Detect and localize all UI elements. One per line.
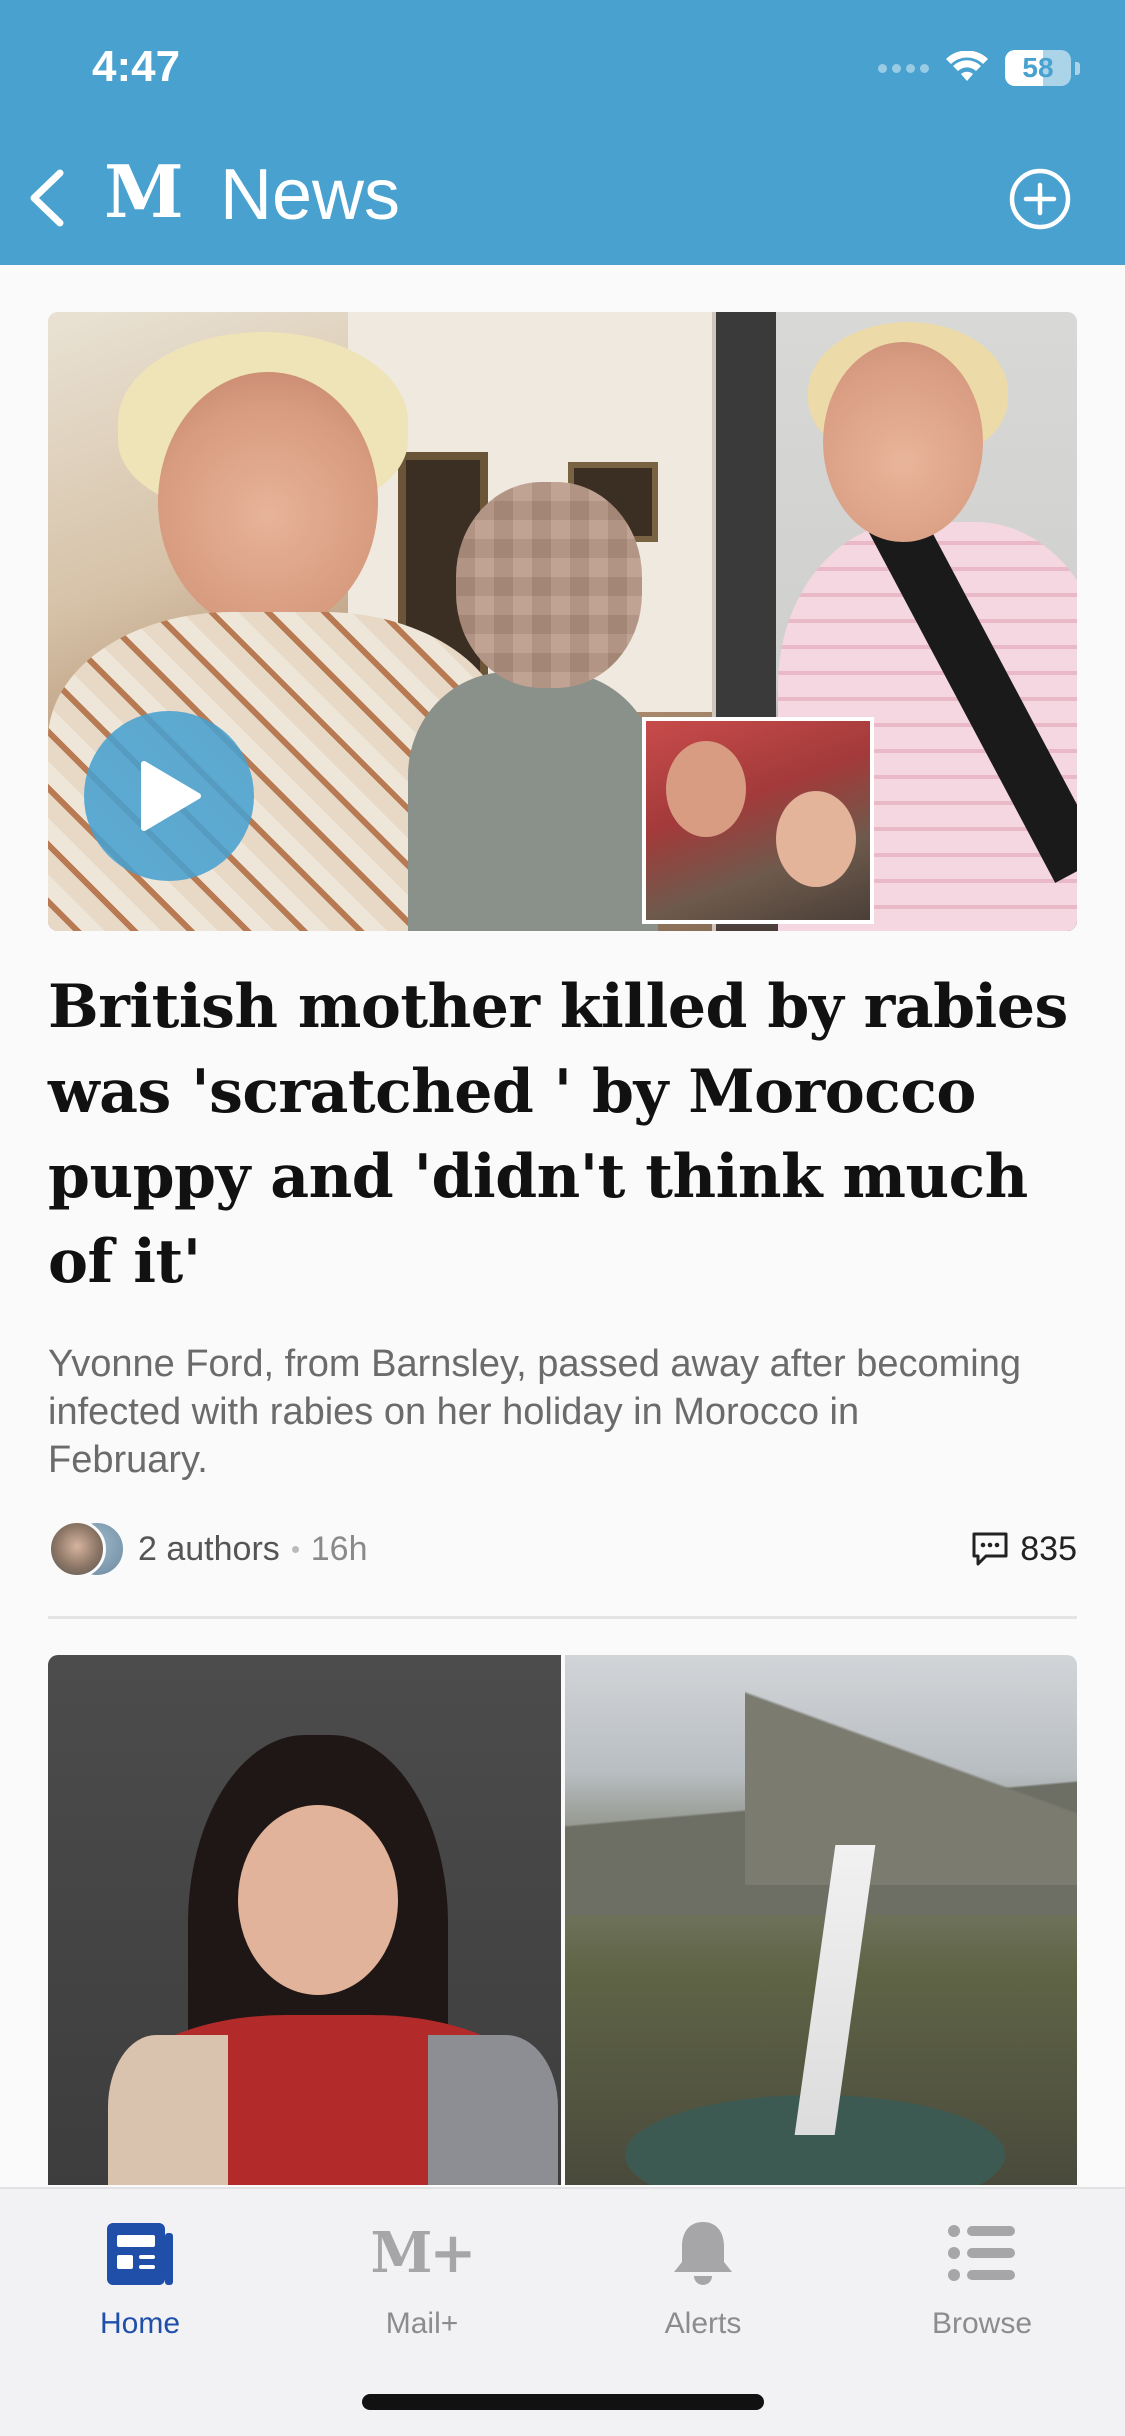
back-chevron-icon[interactable] (22, 163, 70, 233)
comment-count: 835 (1020, 1529, 1077, 1568)
separator-dot (291, 1545, 299, 1553)
tab-label: Browse (931, 2307, 1033, 2340)
publish-time: 16h (310, 1529, 368, 1568)
status-time: 4:47 (92, 42, 181, 91)
tab-browse[interactable]: Browse (882, 2213, 1082, 2353)
article-2-image-left[interactable] (48, 1655, 561, 2185)
avatar (48, 1520, 106, 1578)
comment-bubble-icon (972, 1532, 1008, 1566)
article-hero-image[interactable] (48, 312, 1077, 931)
mail-plus-icon: M+ (370, 2220, 477, 2286)
tab-bar: Home M+ Mail+ Alerts Browse (0, 2187, 1125, 2436)
video-play-button[interactable] (84, 711, 254, 881)
app-header: 4:47 58 M News (0, 0, 1125, 265)
tab-label: Home (99, 2307, 181, 2340)
tab-label: Mail+ (385, 2307, 459, 2340)
article-meta: 2 authors 16h 835 (48, 1520, 1077, 1578)
cellular-signal-icon (878, 63, 929, 73)
tab-label: Alerts (664, 2307, 742, 2340)
daily-mail-logo: M (104, 149, 184, 234)
pixelated-face (456, 482, 642, 688)
divider (48, 1616, 1077, 1619)
inset-photo (642, 717, 874, 924)
status-indicators: 58 (878, 46, 1080, 90)
battery-icon: 58 (1005, 50, 1071, 86)
play-icon (141, 761, 201, 831)
article-2-image-right[interactable] (565, 1655, 1077, 2185)
wifi-icon (946, 51, 988, 81)
home-indicator[interactable] (362, 2394, 764, 2410)
author-avatars[interactable] (48, 1520, 126, 1578)
comments-button[interactable]: 835 (970, 1530, 1077, 1569)
battery-level: 58 (1022, 52, 1054, 83)
plus-circle-icon[interactable] (1008, 167, 1072, 231)
list-icon (948, 2225, 1015, 2281)
bell-icon (674, 2222, 732, 2285)
author-count[interactable]: 2 authors (138, 1530, 280, 1569)
newspaper-icon (107, 2223, 173, 2285)
tab-mail-plus[interactable]: M+ Mail+ (322, 2213, 522, 2353)
article-standfirst: Yvonne Ford, from Barnsley, passed away … (48, 1343, 1022, 1481)
tab-home[interactable]: Home (40, 2213, 240, 2353)
article-headline[interactable]: British mother killed by rabies was 'scr… (48, 965, 1078, 1305)
tab-alerts[interactable]: Alerts (603, 2213, 803, 2353)
section-title: News (220, 155, 401, 235)
